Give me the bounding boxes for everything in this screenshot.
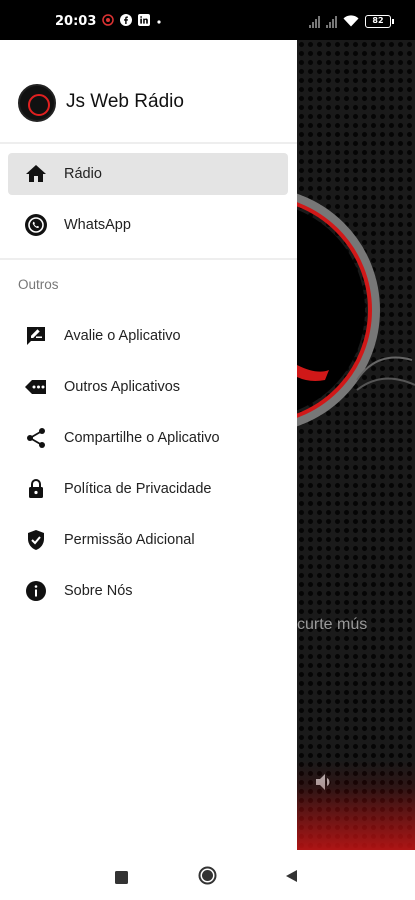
signal-2-icon xyxy=(326,15,337,28)
header-divider xyxy=(0,142,297,144)
recent-apps-button[interactable] xyxy=(115,869,128,888)
app-logo xyxy=(18,84,56,122)
menu-item-additional-permission-label: Permissão Adicional xyxy=(64,532,195,548)
menu-item-privacy-policy[interactable]: Política de Privacidade xyxy=(8,468,288,510)
whatsapp-icon xyxy=(24,213,48,237)
rate-review-icon xyxy=(24,324,48,348)
facebook-icon xyxy=(120,14,133,29)
menu-item-about-us-label: Sobre Nós xyxy=(64,583,133,599)
home-icon xyxy=(24,162,48,186)
menu-item-additional-permission[interactable]: Permissão Adicional xyxy=(8,519,288,561)
menu-item-privacy-policy-label: Política de Privacidade xyxy=(64,481,212,497)
home-button[interactable] xyxy=(198,866,217,889)
radio-logo-graphic xyxy=(297,193,415,427)
background-tagline: curte mús xyxy=(297,616,368,633)
menu-item-share-app[interactable]: Compartilhe o Aplicativo xyxy=(8,417,288,459)
system-navigation-bar xyxy=(0,850,415,900)
lock-icon xyxy=(24,477,48,501)
status-bar: 20:03 82 xyxy=(0,0,415,40)
menu-item-whatsapp-label: WhatsApp xyxy=(64,217,131,233)
menu-item-whatsapp[interactable]: WhatsApp xyxy=(8,204,288,246)
shield-check-icon xyxy=(24,528,48,552)
more-apps-icon xyxy=(24,375,48,399)
radio-notification-icon xyxy=(102,14,115,29)
menu-item-share-app-label: Compartilhe o Aplicativo xyxy=(64,430,220,446)
info-icon xyxy=(24,579,48,603)
app-title: Js Web Rádio xyxy=(66,91,184,112)
menu-item-radio-label: Rádio xyxy=(64,166,102,182)
section-divider xyxy=(0,258,297,260)
wifi-icon xyxy=(343,12,359,31)
share-icon xyxy=(24,426,48,450)
section-title-outros: Outros xyxy=(18,277,59,292)
background-player-screen[interactable]: curte mús xyxy=(297,40,415,850)
more-notifications-dot xyxy=(156,15,162,28)
signal-icon xyxy=(309,15,320,28)
menu-item-rate-app-label: Avalie o Aplicativo xyxy=(64,328,181,344)
drawer-header: Js Web Rádio xyxy=(0,40,297,142)
navigation-drawer: Js Web Rádio Rádio WhatsApp Outros Avali… xyxy=(0,40,297,850)
battery-indicator: 82 xyxy=(365,15,394,28)
status-time: 20:03 xyxy=(55,14,97,29)
menu-item-radio[interactable]: Rádio xyxy=(8,153,288,195)
background-glow xyxy=(297,760,415,850)
menu-item-other-apps-label: Outros Aplicativos xyxy=(64,379,181,395)
linkedin-icon xyxy=(138,14,151,29)
menu-item-other-apps[interactable]: Outros Aplicativos xyxy=(8,366,288,408)
menu-item-about-us[interactable]: Sobre Nós xyxy=(8,570,288,612)
menu-item-rate-app[interactable]: Avalie o Aplicativo xyxy=(8,315,288,357)
back-button[interactable] xyxy=(285,868,298,887)
